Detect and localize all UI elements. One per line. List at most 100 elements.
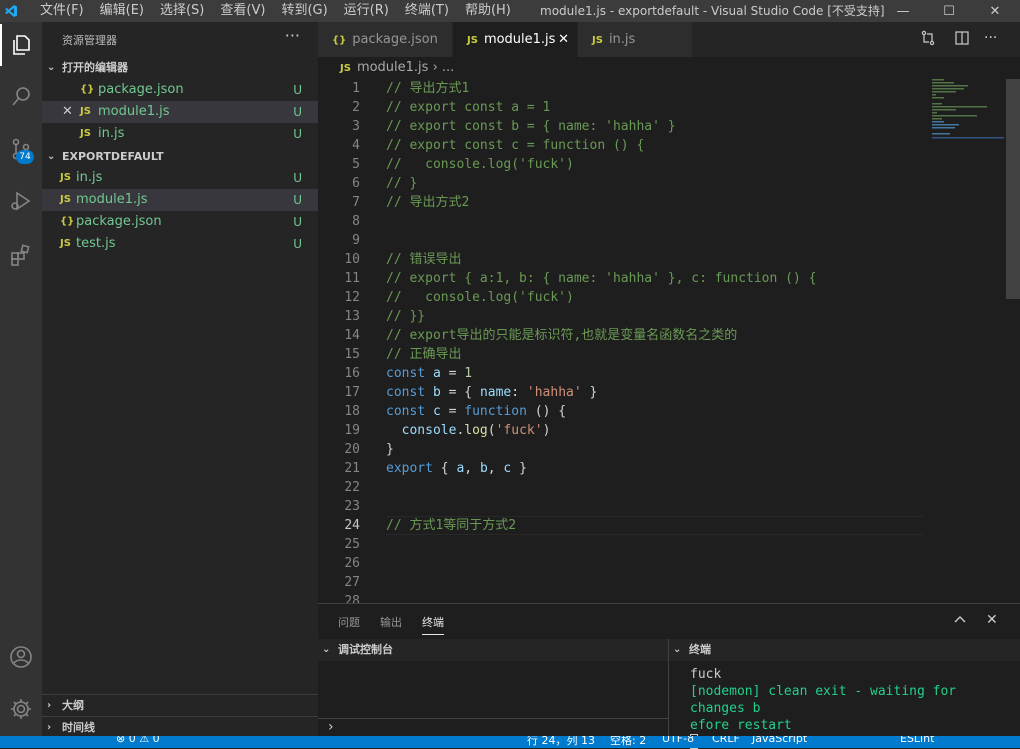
code-line[interactable]: 2 // export const a = 1 [318, 98, 1008, 117]
menu-view[interactable]: 查看(V) [212, 0, 273, 22]
minimap[interactable] [932, 79, 1004, 139]
menu-go[interactable]: 转到(G) [273, 0, 335, 22]
open-editor-item[interactable]: JS in.js U [42, 123, 318, 145]
close-tab-icon[interactable]: ✕ [558, 22, 569, 57]
cursor-position[interactable]: 行 24，列 13 [527, 736, 595, 748]
eslint-status[interactable]: ESLint [900, 736, 934, 745]
indentation[interactable]: 空格: 2 [610, 736, 646, 748]
open-changes-icon[interactable] [920, 30, 936, 50]
minimize-button[interactable]: — [880, 0, 926, 22]
code-line[interactable]: 20} [318, 440, 1008, 459]
more-actions-icon[interactable]: ··· [285, 26, 300, 45]
tab-label: in.js [608, 32, 636, 47]
close-window-button[interactable]: ✕ [972, 0, 1018, 22]
code-line[interactable]: 9 [318, 231, 1008, 250]
untracked-status: U [293, 171, 302, 185]
code-line[interactable]: 17 const b = { name: 'hahha' } [318, 383, 1008, 402]
tab-module1-js[interactable]: JS module1.js ✕ [453, 22, 577, 57]
tab-package-json[interactable]: {} package.json [318, 22, 452, 57]
js-file-icon: JS [592, 35, 603, 46]
code-line[interactable]: 1 // 导出方式1 [318, 79, 1008, 98]
timeline-header[interactable]: › 时间线 [42, 716, 318, 738]
folder-file-item[interactable]: {} package.json U [42, 211, 318, 233]
maximize-button[interactable]: ☐ [926, 0, 972, 22]
editor-scrollbar[interactable] [1006, 79, 1020, 299]
line-ending[interactable]: CRLF [712, 736, 740, 745]
explorer-icon[interactable] [0, 24, 42, 66]
untracked-status: U [293, 83, 302, 97]
debug-console-header[interactable]: ⌄ 调试控制台 [318, 639, 668, 661]
code-line[interactable]: 23 [318, 497, 1008, 516]
debug-console-input[interactable]: › [318, 718, 668, 737]
open-editors-header[interactable]: ⌄ 打开的编辑器 [42, 57, 318, 79]
tab-in-js[interactable]: JS in.js [578, 22, 692, 57]
code-line[interactable]: 8 [318, 212, 1008, 231]
editor-more-actions-icon[interactable]: ··· [984, 30, 997, 46]
line-number: 19 [344, 423, 360, 438]
code-editor[interactable]: 1 // 导出方式1 2 // export const a = 1 3 // expor… [318, 79, 1020, 603]
code-line[interactable]: 14 // export导出的只能是标识符,也就是变量名函数名之类的 [318, 326, 1008, 345]
code-line[interactable]: 27 [318, 573, 1008, 592]
code-line[interactable]: 16 const a = 1 [318, 364, 1008, 383]
outline-header[interactable]: › 大纲 [42, 694, 318, 716]
code-line[interactable]: 25 [318, 535, 1008, 554]
code-line[interactable]: 12 // console.log('fuck') [318, 288, 1008, 307]
search-icon[interactable] [0, 76, 42, 118]
close-panel-icon[interactable]: ✕ [986, 612, 998, 628]
menu-terminal[interactable]: 终端(T) [397, 0, 457, 22]
line-text: // export导出的只能是标识符,也就是变量名函数名之类的 [386, 328, 738, 343]
untracked-status: U [293, 215, 302, 229]
code-line[interactable]: 26 [318, 554, 1008, 573]
folder-header[interactable]: ⌄ EXPORTDEFAULT [42, 146, 318, 168]
run-debug-icon[interactable] [0, 180, 42, 222]
open-editor-item[interactable]: ✕ JS module1.js U [42, 101, 318, 123]
line-number: 2 [352, 100, 360, 115]
code-line[interactable]: 11 // export { a:1, b: { name: 'hahha' },… [318, 269, 1008, 288]
line-number: 11 [344, 271, 360, 286]
code-line[interactable]: 28 [318, 592, 1008, 603]
breadcrumb-rest[interactable]: › ... [428, 60, 455, 75]
tab-output[interactable]: 输出 [380, 614, 402, 630]
extensions-icon[interactable] [0, 234, 42, 276]
code-line[interactable]: 5 // console.log('fuck') [318, 155, 1008, 174]
code-line[interactable]: 18 const c = function () { [318, 402, 1008, 421]
code-line[interactable]: 7 // 导出方式2 [318, 193, 1008, 212]
menu-selection[interactable]: 选择(S) [152, 0, 212, 22]
folder-file-item[interactable]: JS test.js U [42, 233, 318, 255]
menu-bar: 文件(F) 编辑(E) 选择(S) 查看(V) 转到(G) 运行(R) 终端(T… [32, 0, 519, 22]
line-number: 4 [352, 138, 360, 153]
maximize-panel-icon[interactable] [954, 612, 966, 628]
terminal-header[interactable]: ⌄ 终端 [669, 639, 1020, 661]
close-icon[interactable]: ✕ [62, 101, 73, 123]
breadcrumb-file[interactable]: module1.js [357, 60, 429, 75]
code-line[interactable]: 15 // 正确导出 [318, 345, 1008, 364]
code-line[interactable]: 24 // 方式1等同于方式2 [318, 516, 1008, 535]
encoding[interactable]: UTF-8 [662, 736, 694, 745]
breadcrumb[interactable]: JS module1.js › ... [318, 57, 1020, 79]
settings-gear-icon[interactable] [0, 688, 42, 730]
code-line[interactable]: 10 // 错误导出 [318, 250, 1008, 269]
code-line[interactable]: 4 // export const c = function () { [318, 136, 1008, 155]
folder-file-item[interactable]: JS module1.js U [42, 189, 318, 211]
tab-problems[interactable]: 问题 [338, 614, 360, 630]
code-line[interactable]: 19 console.log('fuck') [318, 421, 1008, 440]
tab-terminal[interactable]: 终端 [422, 614, 444, 635]
code-line[interactable]: 21 export { a, b, c } [318, 459, 1008, 478]
menu-help[interactable]: 帮助(H) [457, 0, 519, 22]
menu-run[interactable]: 运行(R) [336, 0, 397, 22]
folder-file-item[interactable]: JS in.js U [42, 167, 318, 189]
line-number: 1 [352, 81, 360, 96]
line-text: // 错误导出 [386, 252, 462, 267]
menu-file[interactable]: 文件(F) [32, 0, 92, 22]
line-number: 12 [344, 290, 360, 305]
language-mode[interactable]: JavaScript [752, 736, 807, 745]
account-icon[interactable] [0, 636, 42, 678]
code-line[interactable]: 3 // export const b = { name: 'hahha' } [318, 117, 1008, 136]
open-editor-item[interactable]: {} package.json U [42, 79, 318, 101]
code-line[interactable]: 22 [318, 478, 1008, 497]
menu-edit[interactable]: 编辑(E) [92, 0, 152, 22]
code-line[interactable]: 13 // }} [318, 307, 1008, 326]
split-editor-icon[interactable] [954, 30, 970, 50]
problems-count[interactable]: ⊗ 0 ⚠ 0 [116, 736, 160, 745]
code-line[interactable]: 6 // } [318, 174, 1008, 193]
